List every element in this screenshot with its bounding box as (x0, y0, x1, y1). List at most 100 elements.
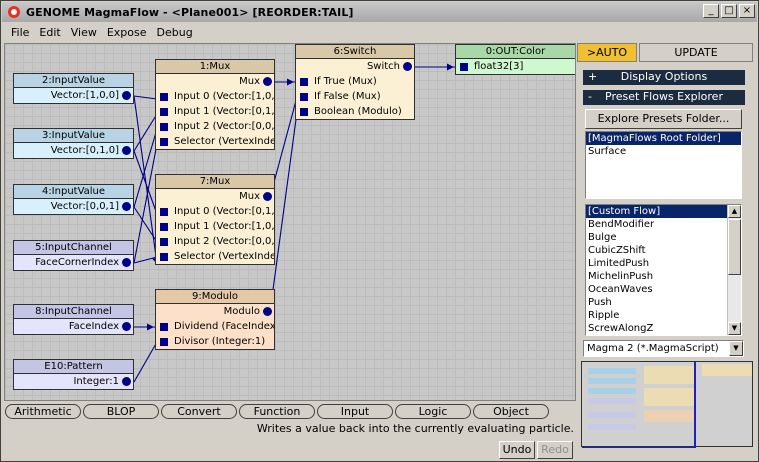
node-input[interactable]: Divisor (Integer:1) (156, 334, 274, 349)
node-input[interactable]: Input 1 (Vector:[1,0,0 (156, 219, 274, 234)
list-item[interactable]: ScrewAlongZ (586, 322, 741, 335)
node-input[interactable]: Input 1 (Vector:[0,1,0 (156, 104, 274, 119)
node-output[interactable]: FaceCornerIndex (14, 255, 133, 270)
minimap[interactable] (581, 361, 753, 448)
menu-file[interactable]: File (6, 26, 34, 39)
node-10-pattern[interactable]: E10:Pattern Integer:1 (13, 359, 134, 390)
node-output[interactable]: Vector:[0,0,1] (14, 199, 133, 214)
maximize-button[interactable]: □ (721, 4, 737, 18)
category-object-button[interactable]: Object (473, 404, 549, 419)
node-graph-canvas[interactable]: 2:InputValue Vector:[1,0,0] 3:InputValue… (4, 43, 576, 401)
output-socket-icon[interactable] (263, 307, 272, 316)
node-4-inputvalue[interactable]: 4:InputValue Vector:[0,0,1] (13, 184, 134, 215)
flow-list-scrollbar[interactable]: ▲ ▼ (727, 205, 741, 335)
category-blop-button[interactable]: BLOP (83, 404, 159, 419)
node-output[interactable]: Modulo (156, 304, 274, 319)
node-input[interactable]: Boolean (Modulo) (296, 104, 414, 119)
node-5-inputchannel[interactable]: 5:InputChannel FaceCornerIndex (13, 240, 134, 271)
node-output[interactable]: Mux (156, 74, 274, 89)
title-bar[interactable]: GENOME MagmaFlow - <Plane001> [REORDER:T… (2, 2, 757, 22)
chevron-down-icon[interactable]: ▼ (729, 341, 743, 356)
input-socket-icon[interactable] (460, 63, 468, 71)
list-item[interactable]: OceanWaves (586, 283, 741, 296)
output-socket-icon[interactable] (403, 62, 412, 71)
input-socket-icon[interactable] (300, 108, 308, 116)
list-item[interactable]: Bulge (586, 231, 741, 244)
node-1-mux[interactable]: 1:Mux Mux Input 0 (Vector:[1,0,0 Input 1… (155, 59, 275, 150)
category-arithmetic-button[interactable]: Arithmetic (5, 404, 81, 419)
node-2-inputvalue[interactable]: 2:InputValue Vector:[1,0,0] (13, 73, 134, 104)
node-9-modulo[interactable]: 9:Modulo Modulo Dividend (FaceIndex) Div… (155, 289, 275, 350)
node-input[interactable]: Input 0 (Vector:[0,1,0 (156, 204, 274, 219)
category-function-button[interactable]: Function (239, 404, 315, 419)
node-3-inputvalue[interactable]: 3:InputValue Vector:[0,1,0] (13, 128, 134, 159)
node-output[interactable]: Mux (156, 189, 274, 204)
output-socket-icon[interactable] (122, 322, 131, 331)
update-button[interactable]: UPDATE (639, 43, 753, 62)
node-8-inputchannel[interactable]: 8:InputChannel FaceIndex (13, 304, 134, 335)
input-socket-icon[interactable] (300, 78, 308, 86)
menu-view[interactable]: View (66, 26, 102, 39)
input-socket-icon[interactable] (160, 338, 168, 346)
category-input-button[interactable]: Input (317, 404, 393, 419)
node-input[interactable]: Input 0 (Vector:[1,0,0 (156, 89, 274, 104)
input-socket-icon[interactable] (160, 93, 168, 101)
node-output[interactable]: Vector:[0,1,0] (14, 143, 133, 158)
output-socket-icon[interactable] (263, 192, 272, 201)
flow-list[interactable]: [Custom Flow] BendModifier Bulge CubicZS… (585, 204, 742, 336)
scroll-thumb[interactable] (728, 219, 741, 275)
node-output[interactable]: Integer:1 (14, 374, 133, 389)
node-input[interactable]: If True (Mux) (296, 74, 414, 89)
node-input[interactable]: Input 2 (Vector:[0,0,1 (156, 234, 274, 249)
input-socket-icon[interactable] (160, 138, 168, 146)
node-input[interactable]: Selector (VertexIndex (156, 134, 274, 149)
display-options-rollout[interactable]: + Display Options (583, 70, 745, 85)
output-socket-icon[interactable] (122, 377, 131, 386)
list-item[interactable]: BendModifier (586, 218, 741, 231)
node-input[interactable]: Selector (VertexIndex (156, 249, 274, 264)
scroll-up-icon[interactable]: ▲ (728, 205, 741, 218)
input-socket-icon[interactable] (160, 253, 168, 261)
output-socket-icon[interactable] (122, 258, 131, 267)
node-input[interactable]: Input 2 (Vector:[0,0,1 (156, 119, 274, 134)
list-item[interactable]: CubicZShift (586, 244, 741, 257)
node-7-mux[interactable]: 7:Mux Mux Input 0 (Vector:[0,1,0 Input 1… (155, 174, 275, 265)
list-item[interactable]: MichelinPush (586, 270, 741, 283)
input-socket-icon[interactable] (160, 123, 168, 131)
input-socket-icon[interactable] (160, 238, 168, 246)
input-socket-icon[interactable] (160, 323, 168, 331)
node-output[interactable]: FaceIndex (14, 319, 133, 334)
menu-expose[interactable]: Expose (102, 26, 152, 39)
preset-flows-rollout[interactable]: - Preset Flows Explorer (583, 90, 745, 105)
input-socket-icon[interactable] (160, 208, 168, 216)
node-output[interactable]: Vector:[1,0,0] (14, 88, 133, 103)
menu-edit[interactable]: Edit (34, 26, 65, 39)
format-dropdown[interactable]: Magma 2 (*.MagmaScript) ▼ (583, 340, 744, 357)
scroll-down-icon[interactable]: ▼ (728, 322, 741, 335)
output-socket-icon[interactable] (122, 202, 131, 211)
minimize-button[interactable]: _ (703, 4, 719, 18)
folder-list[interactable]: [MagmaFlows Root Folder] Surface (585, 131, 742, 199)
node-6-switch[interactable]: 6:Switch Switch If True (Mux) If False (… (295, 44, 415, 120)
category-convert-button[interactable]: Convert (161, 404, 237, 419)
undo-button[interactable]: Undo (499, 441, 535, 459)
node-input[interactable]: If False (Mux) (296, 89, 414, 104)
input-socket-icon[interactable] (300, 93, 308, 101)
output-socket-icon[interactable] (122, 91, 131, 100)
list-item[interactable]: LimitedPush (586, 257, 741, 270)
node-output[interactable]: Switch (296, 59, 414, 74)
list-item[interactable]: Surface (586, 145, 741, 158)
list-item[interactable]: Ripple (586, 309, 741, 322)
auto-button[interactable]: >AUTO (577, 43, 637, 62)
node-input[interactable]: float32[3] (456, 59, 575, 74)
node-0-out-color[interactable]: 0:OUT:Color float32[3] (455, 44, 575, 75)
category-logic-button[interactable]: Logic (395, 404, 471, 419)
output-socket-icon[interactable] (122, 146, 131, 155)
list-item[interactable]: Push (586, 296, 741, 309)
explore-presets-button[interactable]: Explore Presets Folder... (585, 109, 742, 129)
close-button[interactable]: × (739, 4, 755, 18)
input-socket-icon[interactable] (160, 223, 168, 231)
menu-debug[interactable]: Debug (152, 26, 198, 39)
list-item[interactable]: [MagmaFlows Root Folder] (586, 132, 741, 145)
node-input[interactable]: Dividend (FaceIndex) (156, 319, 274, 334)
